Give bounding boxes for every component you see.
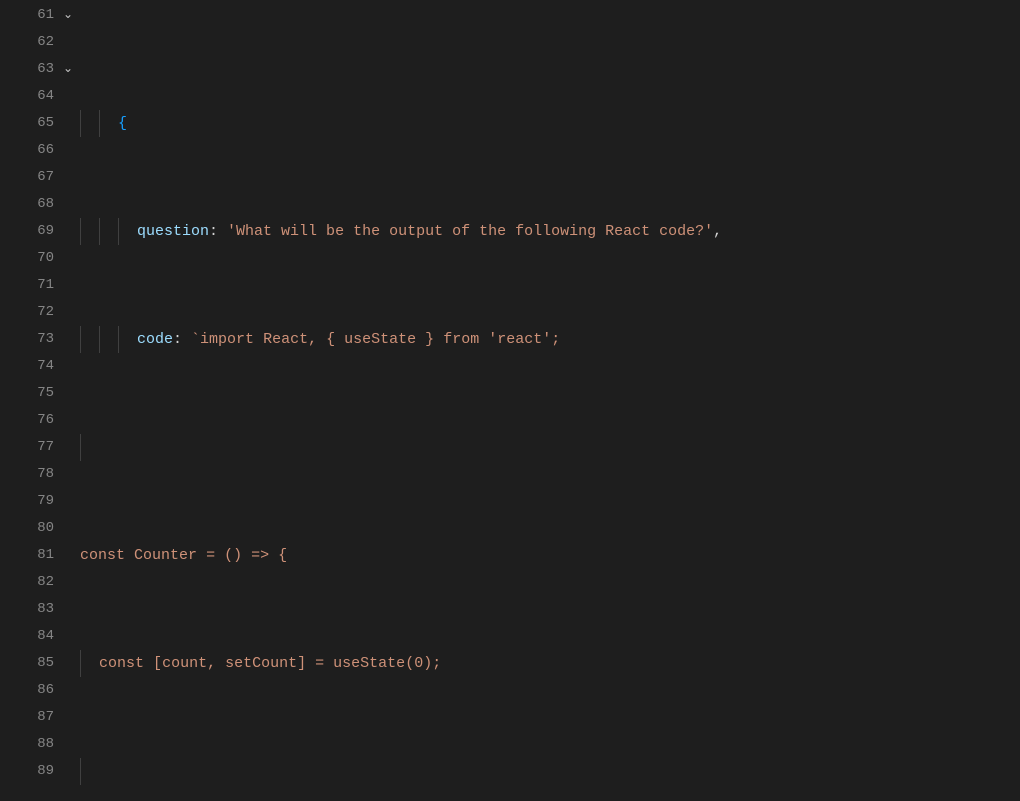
line-number: 76 <box>37 412 54 428</box>
line-number: 83 <box>37 601 54 617</box>
code-line[interactable] <box>80 434 1020 461</box>
line-number: 70 <box>37 250 54 266</box>
line-number: 72 <box>37 304 54 320</box>
line-number: 71 <box>37 277 54 293</box>
line-number: 82 <box>37 574 54 590</box>
line-number: 81 <box>37 547 54 563</box>
code-line[interactable]: code: `import React, { useState } from '… <box>80 326 1020 353</box>
line-number: 89 <box>37 763 54 779</box>
line-number: 62 <box>37 34 54 50</box>
code-line[interactable]: const Counter = () => { <box>80 542 1020 569</box>
code-area[interactable]: { question: 'What will be the output of … <box>60 2 1020 801</box>
line-number: 88 <box>37 736 54 752</box>
line-number: 77 <box>37 439 54 455</box>
line-number: 85 <box>37 655 54 671</box>
code-editor[interactable]: 61⌄ 62 63⌄ 64 65 66 67 68 69 70 71 72 73… <box>0 0 1020 801</box>
line-number: 63 <box>37 61 54 77</box>
line-number: 80 <box>37 520 54 536</box>
line-number: 74 <box>37 358 54 374</box>
line-number: 87 <box>37 709 54 725</box>
line-number: 69 <box>37 223 54 239</box>
line-number: 66 <box>37 142 54 158</box>
line-number-gutter: 61⌄ 62 63⌄ 64 65 66 67 68 69 70 71 72 73… <box>0 2 60 801</box>
line-number: 68 <box>37 196 54 212</box>
line-number: 84 <box>37 628 54 644</box>
line-number: 61 <box>37 7 54 23</box>
line-number: 75 <box>37 385 54 401</box>
line-number: 79 <box>37 493 54 509</box>
line-number: 67 <box>37 169 54 185</box>
line-number: 86 <box>37 682 54 698</box>
code-line[interactable]: question: 'What will be the output of th… <box>80 218 1020 245</box>
line-number: 78 <box>37 466 54 482</box>
line-number: 65 <box>37 115 54 131</box>
code-line[interactable]: { <box>80 110 1020 137</box>
line-number: 64 <box>37 88 54 104</box>
code-line[interactable]: const [count, setCount] = useState(0); <box>80 650 1020 677</box>
code-line[interactable] <box>80 758 1020 785</box>
line-number: 73 <box>37 331 54 347</box>
